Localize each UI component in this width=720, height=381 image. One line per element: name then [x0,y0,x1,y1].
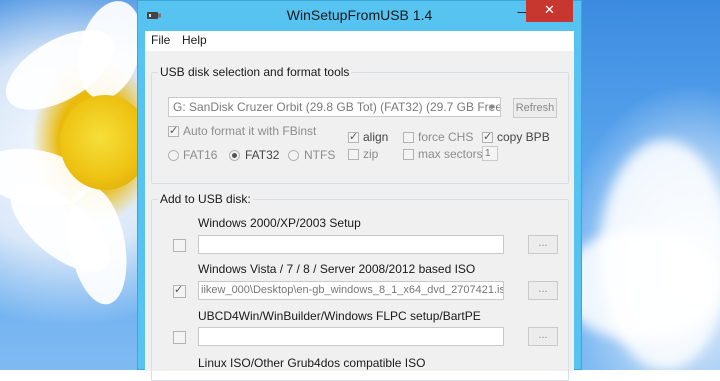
refresh-button[interactable]: Refresh [513,98,557,118]
entry-checkbox-vista-8[interactable] [173,283,186,298]
entry-label-linux-iso: Linux ISO/Other Grub4dos compatible ISO [198,356,426,370]
entry-path-bartpe[interactable] [198,327,504,346]
add-to-usb-group: Add to USB disk: Windows 2000/XP/2003 Se… [151,192,569,381]
entry-path-vista-8[interactable]: iikew_000\Desktop\en-gb_windows_8_1_x64_… [198,281,504,300]
auto-format-checkbox[interactable] [168,124,179,137]
ntfs-label: NTFS [304,148,336,162]
force-chs-checkbox[interactable] [403,132,414,143]
copy-bpb-checkbox[interactable] [482,130,493,143]
menu-help[interactable]: Help [182,33,207,47]
chevron-down-icon[interactable]: ▼ [484,98,500,116]
app-window: WinSetupFromUSB 1.4 — File Help USB disk… [137,0,582,381]
align-checkbox[interactable] [348,130,359,143]
entry-checkbox-winxp[interactable] [173,239,186,252]
title-bar[interactable]: WinSetupFromUSB 1.4 — [138,1,581,31]
fat32-label: FAT32 [245,148,280,162]
browse-button-vista-8[interactable]: ... [528,281,558,300]
auto-format-label: Auto format it with FBinst [183,124,317,138]
fat16-radio[interactable] [168,150,179,161]
add-to-usb-group-label: Add to USB disk: [158,192,253,206]
entry-label-bartpe: UBCD4Win/WinBuilder/Windows FLPC setup/B… [198,309,481,323]
fat32-radio[interactable] [229,150,240,161]
zip-checkbox[interactable] [348,149,359,160]
fat16-label: FAT16 [183,148,218,162]
usb-disk-group: USB disk selection and format tools G: S… [151,65,569,184]
window-client-area: File Help USB disk selection and format … [145,31,574,381]
max-sectors-input[interactable]: 1 [482,146,498,161]
usb-disk-select[interactable]: G: SanDisk Cruzer Orbit (29.8 GB Tot) (F… [168,97,501,117]
close-button[interactable]: ✕ [526,0,573,22]
entry-label-winxp: Windows 2000/XP/2003 Setup [198,216,361,230]
max-sectors-label: max sectors [418,147,483,161]
entry-label-vista-8: Windows Vista / 7 / 8 / Server 2008/2012… [198,262,476,276]
entry-path-winxp[interactable] [198,235,504,254]
max-sectors-checkbox[interactable] [403,149,414,160]
menu-bar: File Help [145,31,574,51]
menu-file[interactable]: File [151,33,170,47]
force-chs-label: force CHS [418,130,474,144]
zip-label: zip [363,147,379,161]
copy-bpb-label: copy BPB [497,130,550,144]
usb-disk-group-label: USB disk selection and format tools [158,65,352,79]
entry-checkbox-bartpe[interactable] [173,331,186,344]
ntfs-radio[interactable] [288,150,299,161]
browse-button-bartpe[interactable]: ... [528,327,558,346]
background-flower [560,230,720,340]
browse-button-winxp[interactable]: ... [528,235,558,254]
usb-disk-select-value: G: SanDisk Cruzer Orbit (29.8 GB Tot) (F… [173,100,501,114]
align-label: align [363,130,389,144]
